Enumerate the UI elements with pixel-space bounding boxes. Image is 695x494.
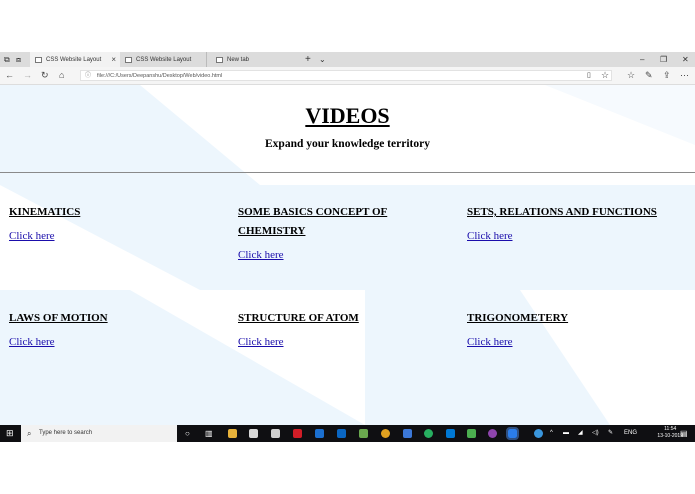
page-icon bbox=[216, 56, 223, 63]
video-card-chemistry: SOME BASICS CONCEPT OF CHEMISTRY Click h… bbox=[238, 203, 418, 261]
favorite-star-icon[interactable]: ☆ bbox=[601, 67, 609, 84]
language-indicator[interactable]: ENG bbox=[624, 425, 637, 442]
search-icon: ⌕ bbox=[27, 429, 32, 438]
click-here-link[interactable]: Click here bbox=[467, 230, 687, 242]
favorites-hub-icon[interactable]: ☆ bbox=[627, 67, 635, 84]
battery-icon[interactable]: ▬ bbox=[563, 425, 569, 442]
card-title: LAWS OF MOTION bbox=[9, 312, 108, 324]
click-here-link[interactable]: Click here bbox=[467, 336, 667, 348]
close-tab-icon[interactable]: × bbox=[111, 55, 116, 64]
app-icon[interactable] bbox=[315, 429, 324, 438]
reading-view-icon[interactable]: ▯ bbox=[587, 67, 591, 84]
tab-actions-icon[interactable]: ⧉ bbox=[4, 52, 10, 67]
tab-label: CSS Website Layout bbox=[136, 56, 192, 63]
more-menu-icon[interactable]: ⋯ bbox=[680, 67, 689, 84]
refresh-icon[interactable]: ↻ bbox=[41, 67, 49, 84]
divider bbox=[0, 172, 695, 173]
calendar-icon[interactable] bbox=[403, 429, 412, 438]
vscode-icon[interactable] bbox=[446, 429, 455, 438]
windows-taskbar: ⊞ ⌕ Type here to search ○ ▥ ^ ▬ ◢ ◁) ✎ E… bbox=[0, 425, 695, 442]
pen-icon[interactable]: ✎ bbox=[645, 67, 653, 84]
url-input[interactable]: ⓘ file:///C:/Users/Deepanshu/Desktop/Web… bbox=[80, 70, 612, 81]
click-here-link[interactable]: Click here bbox=[238, 249, 418, 261]
volume-icon[interactable]: ◁) bbox=[592, 425, 599, 442]
app-icon[interactable] bbox=[488, 429, 497, 438]
video-card-laws-of-motion: LAWS OF MOTION Click here bbox=[9, 309, 209, 348]
url-text: file:///C:/Users/Deepanshu/Desktop/Web/v… bbox=[97, 73, 223, 79]
tab-css-website-layout[interactable]: CSS Website Layout bbox=[121, 52, 207, 67]
weather-icon[interactable] bbox=[534, 429, 543, 438]
info-icon: ⓘ bbox=[85, 73, 92, 79]
tab-new-tab[interactable]: New tab bbox=[212, 52, 298, 67]
video-card-structure-of-atom: STRUCTURE OF ATOM Click here bbox=[238, 309, 438, 348]
taskbar-search-box[interactable]: ⌕ Type here to search bbox=[21, 425, 177, 442]
window-close-icon[interactable]: ✕ bbox=[682, 52, 689, 67]
notification-icon[interactable]: ▤ bbox=[680, 425, 688, 442]
share-icon[interactable]: ⇪ bbox=[663, 67, 671, 84]
home-icon[interactable]: ⌂ bbox=[59, 67, 64, 84]
video-card-sets-relations: SETS, RELATIONS AND FUNCTIONS Click here bbox=[467, 203, 687, 242]
click-here-link[interactable]: Click here bbox=[9, 336, 209, 348]
app-icon[interactable] bbox=[467, 429, 476, 438]
maximize-icon[interactable]: ❐ bbox=[660, 52, 667, 67]
netflix-icon[interactable] bbox=[293, 429, 302, 438]
browser-tab-bar: ⧉ ⧈ CSS Website Layout × CSS Website Lay… bbox=[0, 52, 695, 67]
new-tab-plus-icon[interactable]: + bbox=[305, 52, 311, 67]
task-view-icon[interactable]: ▥ bbox=[205, 425, 213, 442]
chrome-icon[interactable] bbox=[381, 429, 390, 438]
tab-aside-icon[interactable]: ⧈ bbox=[16, 52, 21, 67]
chevron-down-icon[interactable]: ⌄ bbox=[319, 52, 326, 67]
page-title: VIDEOS bbox=[305, 103, 390, 128]
edge-icon[interactable] bbox=[506, 427, 519, 440]
page-subtitle: Expand your knowledge territory bbox=[265, 138, 430, 150]
cortana-icon[interactable]: ○ bbox=[185, 425, 190, 442]
minimize-icon[interactable]: – bbox=[640, 52, 644, 67]
mail-icon[interactable] bbox=[271, 429, 280, 438]
card-title: STRUCTURE OF ATOM bbox=[238, 312, 359, 324]
forward-arrow-icon[interactable]: → bbox=[23, 67, 32, 84]
card-title: KINEMATICS bbox=[9, 206, 81, 218]
app-icon[interactable] bbox=[424, 429, 433, 438]
card-title: TRIGONOMETERY bbox=[467, 312, 569, 324]
back-arrow-icon[interactable]: ← bbox=[5, 67, 14, 84]
pen-workspace-icon[interactable]: ✎ bbox=[608, 425, 613, 442]
page-icon bbox=[35, 56, 42, 63]
network-icon[interactable]: ◢ bbox=[578, 425, 583, 442]
video-card-trigonometery: TRIGONOMETERY Click here bbox=[467, 309, 667, 348]
browser-address-bar: ← → ↻ ⌂ ⓘ file:///C:/Users/Deepanshu/Des… bbox=[0, 67, 695, 85]
bg-tint-shape bbox=[0, 85, 260, 185]
screen-margin bbox=[0, 442, 695, 494]
video-card-kinematics: KINEMATICS Click here bbox=[9, 203, 209, 242]
click-here-link[interactable]: Click here bbox=[238, 336, 438, 348]
card-title: SOME BASICS CONCEPT OF CHEMISTRY bbox=[238, 206, 388, 237]
store-icon[interactable] bbox=[249, 429, 258, 438]
tab-label: New tab bbox=[227, 56, 250, 63]
page-content: VIDEOS Expand your knowledge territory K… bbox=[0, 85, 695, 425]
tab-css-website-layout-active[interactable]: CSS Website Layout × bbox=[30, 52, 120, 67]
file-explorer-icon[interactable] bbox=[228, 429, 237, 438]
windows-start-icon[interactable]: ⊞ bbox=[6, 425, 14, 442]
app-icon[interactable] bbox=[359, 429, 368, 438]
linkedin-icon[interactable] bbox=[337, 429, 346, 438]
tab-label: CSS Website Layout bbox=[46, 56, 102, 63]
chevron-up-icon[interactable]: ^ bbox=[550, 425, 553, 442]
search-placeholder: Type here to search bbox=[39, 430, 93, 436]
page-icon bbox=[125, 56, 132, 63]
card-title: SETS, RELATIONS AND FUNCTIONS bbox=[467, 206, 657, 218]
click-here-link[interactable]: Click here bbox=[9, 230, 209, 242]
